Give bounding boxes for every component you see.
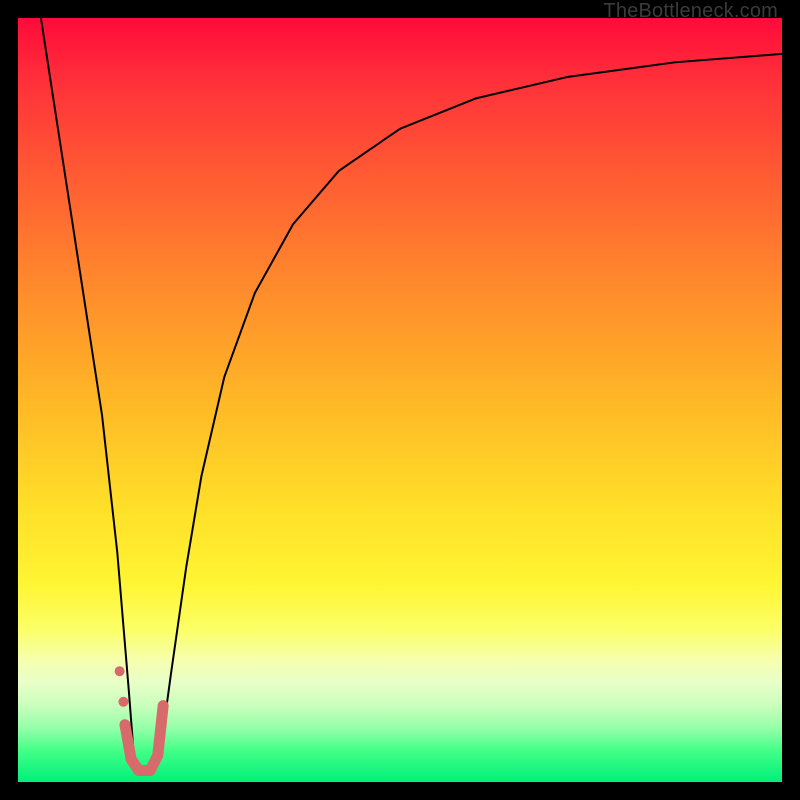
- outer-frame: TheBottleneck.com: [0, 0, 800, 800]
- chart-svg: [18, 18, 782, 782]
- series-line: [159, 54, 782, 759]
- series-line: [41, 18, 134, 759]
- series-point: [115, 666, 125, 676]
- plot-area: [18, 18, 782, 782]
- watermark-text: TheBottleneck.com: [603, 0, 778, 23]
- series-point: [118, 697, 128, 707]
